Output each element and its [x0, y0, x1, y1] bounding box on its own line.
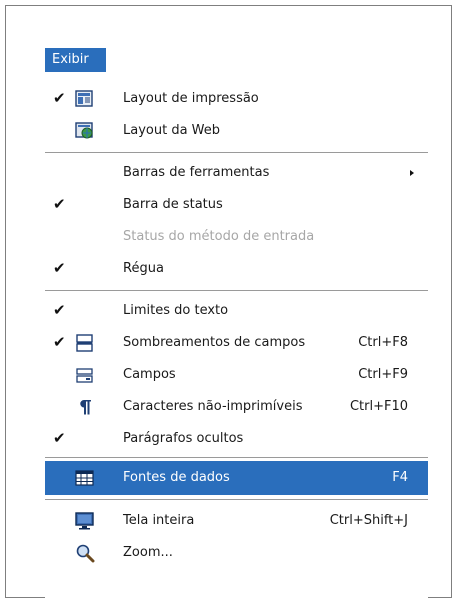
menu-separator — [45, 499, 428, 500]
menu-item-input-method-status: Status do método de entrada — [45, 220, 428, 254]
fields-icon — [75, 365, 95, 385]
menu-item-label: Barra de status — [123, 197, 223, 212]
check-icon: ✔ — [53, 429, 66, 447]
menu-separator — [45, 152, 428, 153]
menu-item-label: Sombreamentos de campos — [123, 335, 306, 350]
zoom-icon — [75, 543, 95, 563]
menu-item-label: Layout da Web — [123, 123, 221, 138]
view-menu: ✔ Layout de impressão Layout da Web Barr… — [45, 72, 428, 598]
menu-item-label: Layout de impressão — [123, 91, 259, 106]
data-sources-icon — [75, 468, 95, 488]
menu-item-shortcut: Ctrl+Shift+J — [329, 513, 408, 528]
print-layout-icon — [75, 89, 95, 109]
menu-item-label: Limites do texto — [123, 303, 229, 318]
web-layout-icon — [75, 121, 95, 141]
menu-item-full-screen[interactable]: Tela inteira Ctrl+Shift+J — [45, 504, 428, 538]
menu-item-text-boundaries[interactable]: ✔ Limites do texto — [45, 294, 428, 328]
menu-separator — [45, 457, 428, 458]
check-icon: ✔ — [53, 259, 66, 277]
check-icon: ✔ — [53, 333, 66, 351]
menu-item-label: Tela inteira — [123, 513, 195, 528]
full-screen-icon — [75, 511, 95, 531]
menu-item-nonprinting-characters[interactable]: Caracteres não-imprimíveis Ctrl+F10 — [45, 390, 428, 424]
menu-item-status-bar[interactable]: ✔ Barra de status — [45, 188, 428, 222]
pilcrow-icon — [75, 397, 95, 417]
menu-item-label: Campos — [123, 367, 176, 382]
menu-bar-fill — [106, 48, 428, 73]
menu-item-field-shadings[interactable]: ✔ Sombreamentos de campos Ctrl+F8 — [45, 326, 428, 360]
menu-item-label: Barras de ferramentas — [123, 165, 270, 180]
menu-item-label: Caracteres não-imprimíveis — [123, 399, 303, 414]
menu-item-label: Zoom... — [123, 545, 173, 560]
menu-item-hidden-paragraphs[interactable]: ✔ Parágrafos ocultos — [45, 422, 428, 456]
menu-item-shortcut: Ctrl+F8 — [358, 335, 408, 350]
menu-separator — [45, 290, 428, 291]
menu-item-print-layout[interactable]: ✔ Layout de impressão — [45, 82, 428, 116]
field-shading-icon — [75, 333, 95, 353]
check-icon: ✔ — [53, 89, 66, 107]
menu-item-data-sources[interactable]: Fontes de dados F4 — [45, 461, 428, 495]
menu-item-ruler[interactable]: ✔ Régua — [45, 252, 428, 286]
menu-item-zoom[interactable]: Zoom... — [45, 536, 428, 570]
menu-item-label: Parágrafos ocultos — [123, 431, 244, 446]
menu-item-fields[interactable]: Campos Ctrl+F9 — [45, 358, 428, 392]
menu-item-shortcut: Ctrl+F10 — [349, 399, 408, 414]
menu-item-shortcut: Ctrl+F9 — [358, 367, 408, 382]
menu-item-label: Régua — [123, 261, 164, 276]
menu-title-exibir[interactable]: Exibir — [45, 48, 106, 72]
menu-item-toolbars[interactable]: Barras de ferramentas — [45, 156, 428, 190]
menu-item-shortcut: F4 — [392, 470, 408, 485]
check-icon: ✔ — [53, 195, 66, 213]
menu-item-web-layout[interactable]: Layout da Web — [45, 114, 428, 148]
submenu-arrow-icon — [410, 170, 414, 176]
menu-item-label: Fontes de dados — [123, 470, 230, 485]
menu-bar: Exibir — [45, 48, 428, 73]
check-icon: ✔ — [53, 301, 66, 319]
menu-item-label: Status do método de entrada — [123, 229, 315, 244]
